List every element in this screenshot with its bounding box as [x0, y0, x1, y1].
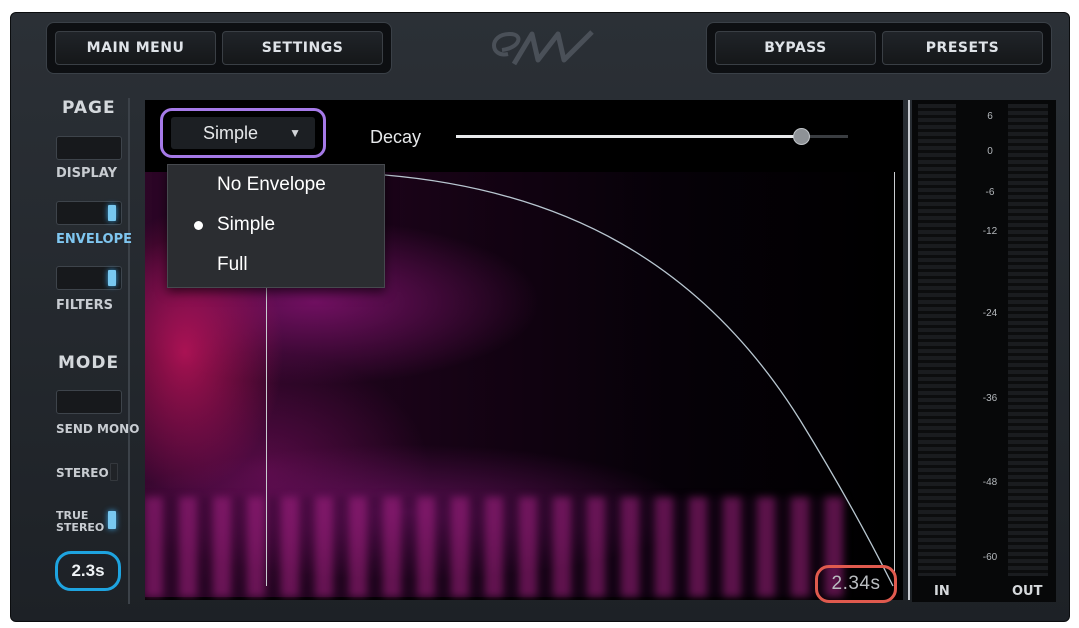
meter-scale-label: -48 [982, 477, 998, 488]
meter-in-label: IN [934, 584, 950, 599]
stereo-indicator [110, 463, 118, 481]
decay-slider-thumb[interactable] [793, 128, 810, 145]
true-stereo-label-line2[interactable]: STEREO [56, 522, 104, 534]
option-full[interactable]: Full [168, 245, 384, 285]
meter-scale-label: -36 [982, 393, 998, 404]
selected-dot-icon [194, 220, 203, 230]
meter-scale-label: -12 [982, 226, 998, 237]
presets-button[interactable]: PRESETS [882, 31, 1043, 65]
sidebar-divider [128, 98, 130, 604]
meter-scale-label: 0 [987, 146, 993, 157]
send-mono-label: SEND MONO [56, 422, 140, 436]
mode-heading: MODE [58, 353, 120, 373]
envelope-time-readout[interactable]: 2.34s [815, 565, 897, 603]
meter-scale-label: -24 [982, 308, 998, 319]
option-no-envelope[interactable]: No Envelope [168, 165, 384, 205]
true-stereo-indicator [108, 511, 116, 529]
filters-label: FILTERS [56, 298, 113, 313]
meter-scale-label: 6 [987, 111, 993, 122]
envelope-mode-value: Simple [203, 122, 259, 143]
decay-slider[interactable] [456, 128, 848, 145]
envelope-end-marker[interactable] [894, 172, 895, 586]
stereo-label[interactable]: STEREO [56, 466, 109, 480]
time-badge: 2.3s [55, 551, 121, 591]
meter-out-label: OUT [1012, 584, 1043, 599]
envelope-mode-dropdown: No Envelope Simple Full [167, 164, 385, 288]
top-left-button-group: MAIN MENU SETTINGS [46, 22, 392, 74]
filters-toggle[interactable] [56, 266, 122, 290]
display-toggle[interactable] [56, 136, 122, 160]
settings-button[interactable]: SETTINGS [222, 31, 383, 65]
envelope-toggle[interactable] [56, 201, 122, 225]
chevron-down-icon: ▼ [289, 126, 301, 140]
decay-slider-fill [456, 135, 801, 138]
main-menu-button[interactable]: MAIN MENU [55, 31, 216, 65]
top-right-button-group: BYPASS PRESETS [706, 22, 1052, 74]
envelope-label: ENVELOPE [56, 232, 132, 247]
level-meter [912, 100, 1056, 602]
send-mono-toggle[interactable] [56, 390, 122, 414]
output-meter-bar [1008, 104, 1048, 576]
bypass-button[interactable]: BYPASS [715, 31, 876, 65]
envelope-mode-select[interactable]: Simple ▼ [160, 108, 326, 158]
option-simple[interactable]: Simple [168, 205, 384, 245]
display-label: DISPLAY [56, 166, 118, 181]
meter-scale-label: -60 [982, 552, 998, 563]
meter-scale-label: -6 [985, 187, 995, 198]
ew-logo [492, 30, 594, 66]
page-heading: PAGE [62, 98, 116, 118]
input-meter-bar [918, 104, 956, 576]
meter-divider [908, 100, 910, 600]
decay-label: Decay [370, 127, 422, 147]
